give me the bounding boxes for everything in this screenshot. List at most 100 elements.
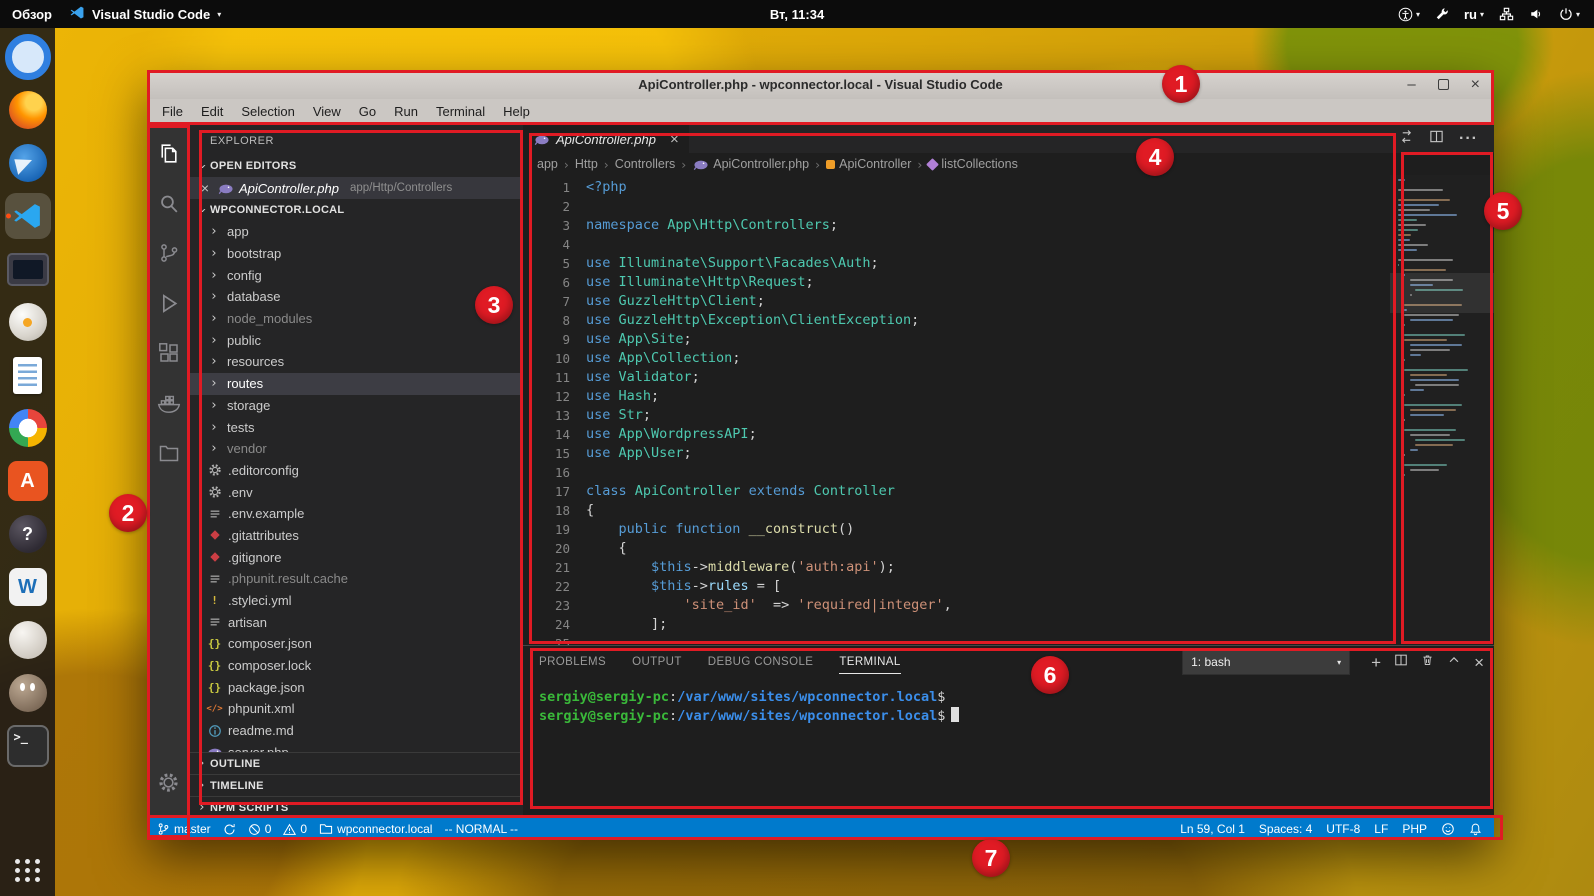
tree-item-artisan[interactable]: artisan [190, 611, 523, 633]
workspace-root-header[interactable]: › WPCONNECTOR.LOCAL [190, 199, 523, 221]
panel-tab-debug-console[interactable]: DEBUG CONSOLE [708, 650, 814, 674]
tree-item-gitattributes[interactable]: .gitattributes [190, 525, 523, 547]
activities-button[interactable]: Обзор [12, 7, 52, 22]
dock-terminal-app[interactable]: >_ [5, 723, 51, 769]
show-applications-button[interactable] [14, 859, 41, 882]
window-titlebar[interactable]: ApiController.php - wpconnector.local - … [147, 70, 1494, 99]
tree-item-composer-json[interactable]: {} composer.json [190, 633, 523, 655]
tree-item-tests[interactable]: › tests [190, 416, 523, 438]
tree-item-routes[interactable]: › routes [190, 372, 523, 395]
tree-item-public[interactable]: › public [190, 329, 523, 351]
status-ln-59-col-1[interactable]: Ln 59, Col 1 [1180, 822, 1245, 836]
tree-item-package-json[interactable]: {} package.json [190, 676, 523, 698]
tree-item-readme-md[interactable]: readme.md [190, 720, 523, 742]
minimize-button[interactable]: – [1407, 77, 1415, 92]
code-editor[interactable]: 1 <?php 2 3 namespace App\Http\Controllers; 4… [523, 175, 1494, 645]
maximize-panel-icon[interactable] [1447, 653, 1461, 672]
split-terminal-icon[interactable] [1394, 653, 1408, 672]
maximize-button[interactable] [1437, 79, 1449, 90]
menu-run[interactable]: Run [385, 102, 427, 121]
menu-go[interactable]: Go [350, 102, 385, 121]
tree-item-database[interactable]: › database [190, 286, 523, 308]
tree-item-composer-lock[interactable]: {} composer.lock [190, 655, 523, 677]
open-editors-header[interactable]: › OPEN EDITORS [190, 155, 523, 177]
dock-photos-app[interactable] [5, 405, 51, 451]
status-branch[interactable]: master [157, 822, 211, 836]
dock-chat-app[interactable] [5, 617, 51, 663]
more-actions-icon[interactable]: ··· [1459, 130, 1478, 148]
minimap[interactable] [1390, 175, 1494, 645]
tree-item-env-example[interactable]: .env.example [190, 503, 523, 525]
tree-item-storage[interactable]: › storage [190, 395, 523, 417]
tree-item-phpunit-result-cache[interactable]: .phpunit.result.cache [190, 568, 523, 590]
close-icon[interactable]: × [670, 131, 679, 148]
compare-changes-icon[interactable] [1399, 129, 1414, 149]
timeline-header[interactable]: › TIMELINE [190, 774, 523, 796]
outline-header[interactable]: › OUTLINE [190, 752, 523, 774]
activitybar-extensions-icon[interactable] [147, 331, 190, 375]
close-button[interactable]: × [1471, 76, 1480, 93]
breadcrumb-apicontroller-php[interactable]: ApiController.php [692, 157, 809, 171]
status-utf-8[interactable]: UTF-8 [1326, 822, 1360, 836]
breadcrumb-listcollections[interactable]: listCollections [926, 157, 1018, 171]
network-icon[interactable] [1499, 7, 1514, 21]
activitybar-docker-icon[interactable] [147, 381, 190, 425]
close-panel-icon[interactable]: × [1474, 654, 1484, 671]
menu-terminal[interactable]: Terminal [427, 102, 494, 121]
activitybar-run-debug-icon[interactable] [147, 281, 190, 325]
dock-libreoffice-writer[interactable] [5, 352, 51, 398]
dock-media-app[interactable] [5, 299, 51, 345]
new-terminal-button[interactable]: + [1371, 654, 1381, 671]
tree-item-env[interactable]: .env [190, 481, 523, 503]
status-normal[interactable]: -- NORMAL -- [444, 822, 518, 836]
clock[interactable]: Вт, 11:34 [770, 7, 824, 22]
menu-file[interactable]: File [153, 102, 192, 121]
tree-item-resources[interactable]: › resources [190, 351, 523, 373]
dock-help-app[interactable]: ? [5, 511, 51, 557]
dock-ubuntu-software[interactable]: A [5, 458, 51, 504]
tree-item-app[interactable]: › app [190, 221, 523, 243]
tree-item-phpunit-xml[interactable]: </> phpunit.xml [190, 698, 523, 720]
dock-gimp[interactable] [5, 670, 51, 716]
breadcrumb-app[interactable]: app [537, 157, 558, 171]
status-bell[interactable] [1469, 822, 1482, 836]
terminal-output[interactable]: sergiy@sergiy-pc:/var/www/sites/wpconnec… [523, 678, 1494, 818]
accessibility-menu[interactable]: ▾ [1398, 7, 1420, 22]
breadcrumb-apicontroller[interactable]: ApiController [826, 157, 911, 171]
panel-tab-problems[interactable]: PROBLEMS [539, 650, 606, 674]
tab-apicontroller[interactable]: ApiController.php × [523, 125, 689, 153]
status-php[interactable]: PHP [1402, 822, 1427, 836]
panel-tab-output[interactable]: OUTPUT [632, 650, 682, 674]
tree-item-config[interactable]: › config [190, 264, 523, 286]
menu-edit[interactable]: Edit [192, 102, 232, 121]
activitybar-source-control-icon[interactable] [147, 231, 190, 275]
menu-view[interactable]: View [304, 102, 350, 121]
tree-item-vendor[interactable]: › vendor [190, 438, 523, 460]
tree-item-gitignore[interactable]: .gitignore [190, 546, 523, 568]
tree-item-node-modules[interactable]: › node_modules [190, 308, 523, 330]
status-folder[interactable]: wpconnector.local [319, 822, 432, 836]
status-error[interactable]: 0 [248, 822, 271, 836]
close-icon[interactable]: × [198, 180, 212, 196]
minimap-viewport[interactable] [1390, 273, 1494, 313]
activitybar-search-icon[interactable] [147, 181, 190, 225]
panel-tab-terminal[interactable]: TERMINAL [839, 650, 901, 674]
npm-scripts-header[interactable]: › NPM SCRIPTS [190, 796, 523, 818]
tree-item-editorconfig[interactable]: .editorconfig [190, 460, 523, 482]
dock-firefox[interactable] [5, 87, 51, 133]
status-spaces-4[interactable]: Spaces: 4 [1259, 822, 1312, 836]
dock-files-app[interactable] [5, 246, 51, 292]
activitybar-explorer-icon[interactable] [147, 131, 190, 175]
menu-help[interactable]: Help [494, 102, 539, 121]
volume-icon[interactable] [1529, 7, 1544, 21]
status-sync[interactable] [223, 823, 236, 836]
menu-selection[interactable]: Selection [232, 102, 303, 121]
open-editor-item[interactable]: × ApiController.php app/Http/Controllers [190, 177, 523, 199]
dock-wiki-app[interactable]: W [5, 564, 51, 610]
breadcrumb-controllers[interactable]: Controllers [615, 157, 675, 171]
status-feedback[interactable] [1441, 822, 1455, 836]
terminal-shell-select[interactable]: 1: bash ▾ [1182, 649, 1351, 675]
split-editor-icon[interactable] [1429, 129, 1444, 149]
settings-gear-icon[interactable] [147, 760, 190, 804]
activitybar-project-folder-icon[interactable] [147, 431, 190, 475]
